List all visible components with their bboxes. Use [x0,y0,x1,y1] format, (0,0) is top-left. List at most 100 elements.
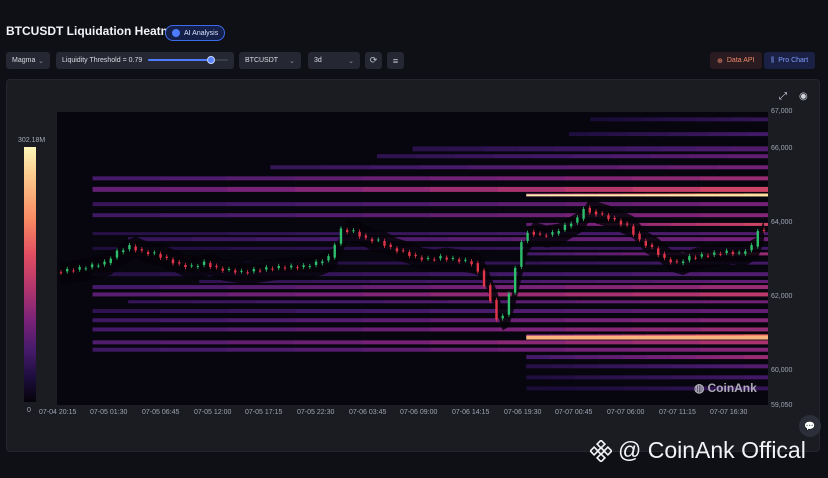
candle-body [439,256,442,259]
heat-band [128,300,194,304]
heat-band [160,327,229,332]
heat-band [550,355,576,360]
heat-band [597,261,656,265]
heat-band [568,132,590,137]
heat-band [647,386,673,391]
threshold-slider-track[interactable] [148,56,228,64]
timeframe-select[interactable]: 3d ⌄ [308,52,360,69]
heat-band [565,347,634,352]
heat-band [696,117,716,122]
heat-band [598,364,624,369]
heat-band [160,176,229,181]
heat-band [679,117,698,122]
heat-band [700,202,768,207]
heat-band [565,292,634,297]
heat-band [497,202,567,207]
heat-band [708,132,730,137]
heat-band [320,165,371,170]
y-tick-label: 66,000 [771,145,793,152]
candle-body [526,232,529,241]
heat-band [732,146,768,152]
refresh-button[interactable]: ⟳ [365,52,382,69]
heat-band [700,186,768,192]
heat-band [227,213,297,218]
heat-band [497,347,567,352]
heat-band [743,355,768,360]
candle-body [115,250,119,258]
candle-body [538,233,542,235]
candle-body [252,269,256,272]
heat-band [622,252,649,256]
pro-chart-button[interactable]: ⫼ Pro Chart [764,52,816,69]
heat-band [700,285,768,290]
heat-band [565,176,634,181]
heat-band [362,292,432,297]
heat-band [227,347,297,352]
candle-body [302,265,305,267]
heat-band [295,347,364,352]
heat-band [647,364,673,369]
heat-band [92,309,162,314]
candle-body [314,261,318,265]
heat-band [668,132,690,137]
chat-button[interactable]: 💬 [799,415,821,437]
heat-band [227,186,297,192]
heat-band [227,285,297,290]
candle-body [594,211,598,215]
candle-body [159,253,162,258]
heat-band [92,292,162,297]
candle-body [389,244,392,247]
heatmap-plot[interactable] [57,112,768,405]
heat-band [416,154,457,159]
candle-body [333,244,336,258]
x-tick-label: 07-07 11:15 [659,409,696,416]
heat-band [497,285,567,290]
heat-band [295,246,364,250]
heat-band [618,165,670,170]
heat-band [92,327,162,332]
candle-body [209,263,212,267]
menu-button[interactable]: ≡ [387,52,404,69]
heat-band [743,364,768,369]
heat-band [362,213,432,218]
watermark: @ CoinAnk Offical [590,437,806,464]
candle-body [358,231,361,237]
heat-band [519,146,556,152]
candle-body [233,270,237,273]
data-api-button[interactable]: ⊕ Data API [710,52,762,69]
candle-body [265,267,268,270]
threshold-slider-knob[interactable] [207,56,215,64]
refresh-icon: ⟳ [369,55,378,65]
x-tick-label: 07-06 09:00 [400,409,438,416]
candle-body [445,257,448,260]
heat-band [700,272,768,277]
candle-body [171,259,175,264]
candle-body [756,231,759,247]
heat-band [632,327,702,332]
heat-band [362,202,432,207]
heat-band [608,117,627,122]
candle-body [420,257,424,260]
candle-body [576,217,579,223]
fullscreen-button[interactable]: ⤢ [779,91,787,102]
ai-analysis-button[interactable]: AI Analysis [165,25,226,41]
candle-body [196,266,200,268]
candle-body [545,235,548,237]
chevron-down-icon: ⌄ [289,57,295,65]
heat-band [419,165,471,170]
candle-body [345,229,349,232]
heat-band [92,232,162,236]
heat-band [160,213,229,218]
colormap-select[interactable]: Magma ⌄ [6,52,50,69]
heat-band [700,340,768,345]
heat-band [526,252,552,256]
candle-body [470,261,473,265]
candle-body [153,252,156,254]
heat-band [312,280,371,284]
liquidity-threshold-control[interactable]: Liquidity Threshold = 0.79 [56,52,234,69]
screenshot-button[interactable]: ◉ [799,91,808,102]
symbol-select[interactable]: BTCUSDT ⌄ [239,52,301,69]
candle-body [520,242,523,267]
heat-band [160,202,229,207]
heat-band [376,154,418,159]
